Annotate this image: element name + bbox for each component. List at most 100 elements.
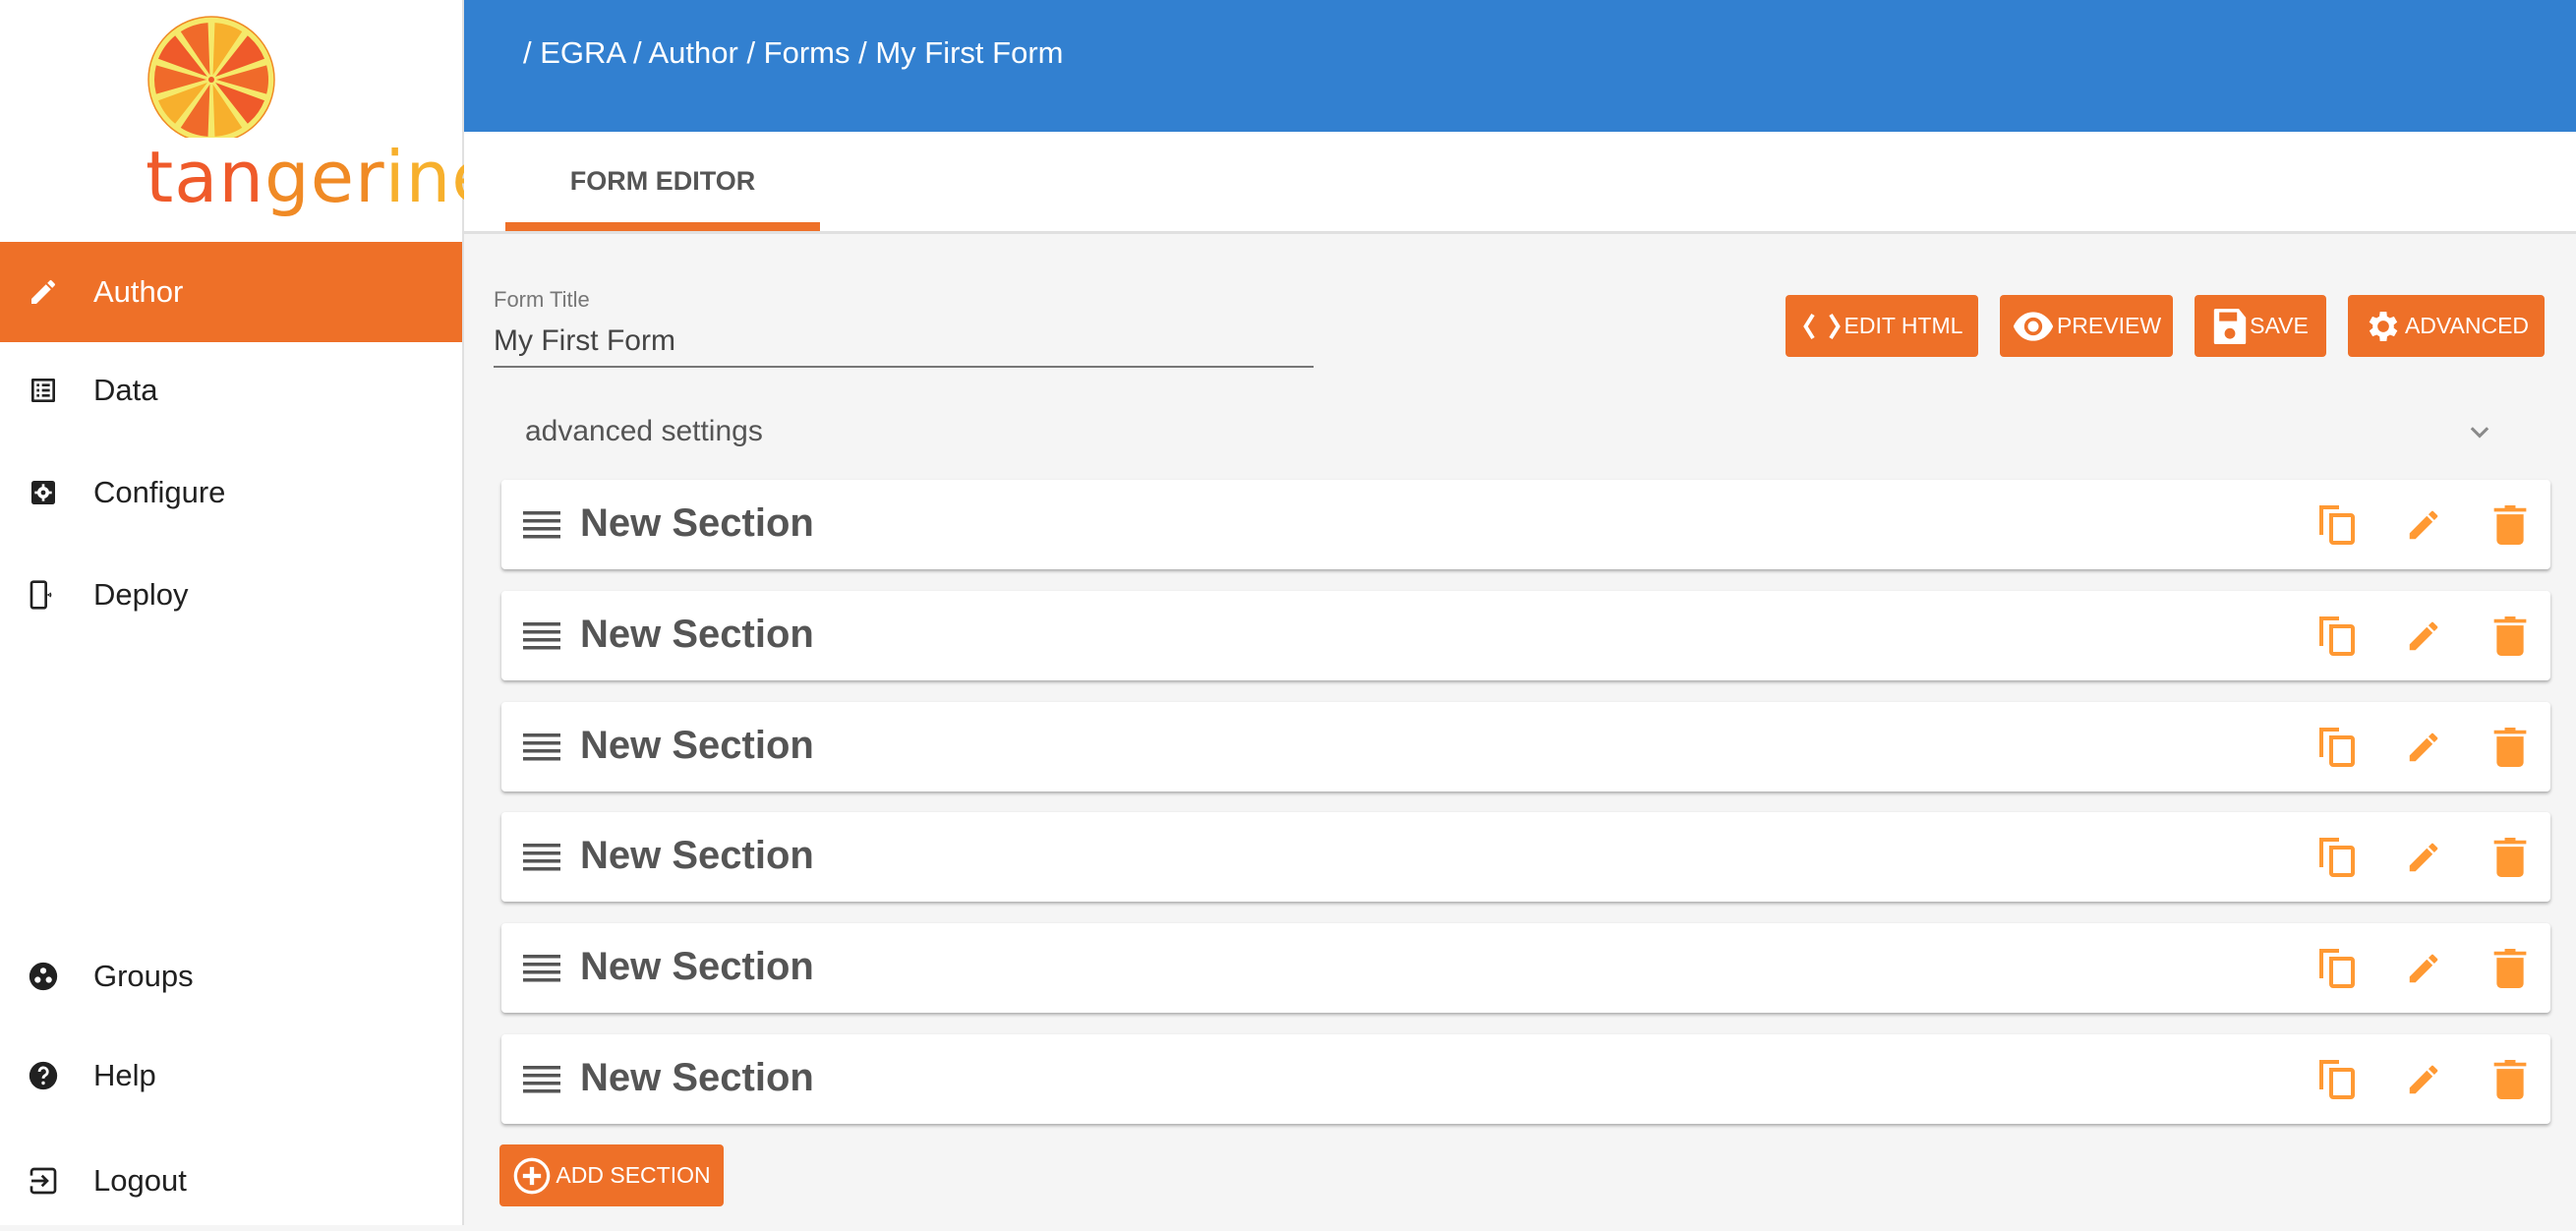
sidebar-item-label: Logout [93,1163,187,1198]
list-icon [26,373,61,408]
sidebar-item-logout[interactable]: Logout [0,1131,462,1231]
copy-section-button[interactable] [2316,1059,2358,1100]
pencil-icon [2409,1065,2438,1094]
sidebar-item-label: Author [93,274,184,309]
sidebar-item-help[interactable]: Help [0,1026,462,1126]
advanced-settings-label: advanced settings [525,415,763,447]
floppy-save-icon [2213,308,2247,344]
trash-icon [2493,838,2527,877]
sidebar-item-label: Help [93,1058,156,1092]
section-card: New Section [501,812,2550,902]
edit-section-button[interactable] [2403,1059,2444,1100]
tangerine-logo[interactable]: tangerine® [69,10,522,218]
drag-handle-icon[interactable] [523,1066,560,1093]
tab-label: FORM EDITOR [569,166,756,196]
section-title: New Section [580,501,814,545]
sidebar-item-label: Deploy [93,577,189,612]
drag-handle-icon[interactable] [523,955,560,982]
chevron-down-icon[interactable] [2466,419,2493,446]
save-button[interactable]: SAVE [2195,295,2326,357]
pencil-icon [2409,954,2438,983]
edit-html-label: EDIT HTML [1844,313,1963,338]
edit-section-button[interactable] [2403,504,2444,546]
form-title-input[interactable] [494,317,1314,368]
tab-form-editor[interactable]: FORM EDITOR [505,132,820,231]
gear-icon [2369,311,2398,341]
copy-icon [2319,838,2355,877]
sidebar-item-label: Configure [93,475,226,509]
drag-handle-icon[interactable] [523,511,560,539]
preview-button[interactable]: PREVIEW [2000,295,2173,357]
pencil-icon [2409,510,2438,540]
code-icon [1802,313,1841,339]
add-circle-icon [514,1157,551,1194]
copy-icon [2319,505,2355,545]
delete-section-button[interactable] [2489,837,2531,878]
sidebar-item-groups[interactable]: Groups [0,926,462,1026]
logout-icon [26,1163,61,1199]
delete-section-button[interactable] [2489,616,2531,657]
trash-icon [2493,505,2527,545]
copy-section-button[interactable] [2316,616,2358,657]
active-tab-indicator [505,222,820,231]
advanced-button[interactable]: ADVANCED [2348,295,2545,357]
edit-section-button[interactable] [2403,837,2444,878]
copy-icon [2319,1060,2355,1099]
section-title: New Section [580,945,814,988]
section-card: New Section [501,591,2550,680]
edit-section-button[interactable] [2403,727,2444,768]
drag-handle-icon[interactable] [523,622,560,650]
edit-html-button[interactable]: EDIT HTML [1786,295,1978,357]
delete-section-button[interactable] [2489,948,2531,989]
groups-icon [26,959,61,994]
copy-section-button[interactable] [2316,837,2358,878]
tab-bar: FORM EDITOR [464,132,2576,234]
pencil-icon [2409,843,2438,872]
sidebar-item-data[interactable]: Data [0,340,462,440]
sidebar-item-author[interactable]: Author [0,242,462,342]
pencil-icon [26,274,61,310]
breadcrumb[interactable]: / EGRA / Author / Forms / My First Form [523,35,1063,71]
copy-section-button[interactable] [2316,948,2358,989]
save-label: SAVE [2250,313,2309,338]
copy-icon [2319,949,2355,988]
trash-icon [2493,728,2527,767]
drag-handle-icon[interactable] [523,733,560,761]
copy-icon [2319,728,2355,767]
copy-section-button[interactable] [2316,727,2358,768]
trash-icon [2493,949,2527,988]
advanced-label: ADVANCED [2404,313,2530,338]
section-title: New Section [580,1056,814,1099]
sidebar-item-deploy[interactable]: Deploy [0,545,462,645]
drag-handle-icon[interactable] [523,844,560,871]
advanced-settings-expander[interactable]: advanced settings [499,403,2550,462]
sidebar-item-configure[interactable]: Configure [0,442,462,543]
delete-section-button[interactable] [2489,1059,2531,1100]
delete-section-button[interactable] [2489,504,2531,546]
eye-icon [2013,311,2054,341]
pencil-icon [2409,733,2438,762]
section-title: New Section [580,613,814,656]
edit-section-button[interactable] [2403,948,2444,989]
form-title-label: Form Title [494,287,590,312]
sidebar: tangerine® Author Data Configure Deploy … [0,0,522,1225]
section-title: New Section [580,724,814,767]
copy-icon [2319,616,2355,656]
preview-label: PREVIEW [2056,313,2162,338]
top-app-bar: / EGRA / Author / Forms / My First Form [464,0,2576,132]
tangerine-fruit-icon [147,16,275,144]
section-card: New Section [501,923,2550,1013]
phone-broadcast-icon [26,577,61,613]
section-card: New Section [501,702,2550,791]
copy-section-button[interactable] [2316,504,2358,546]
delete-section-button[interactable] [2489,727,2531,768]
add-section-button[interactable]: ADD SECTION [499,1144,724,1206]
help-circle-icon [26,1058,61,1093]
section-title: New Section [580,834,814,877]
section-card: New Section [501,480,2550,569]
edit-section-button[interactable] [2403,616,2444,657]
pencil-icon [2409,621,2438,651]
trash-icon [2493,1060,2527,1099]
add-section-label: ADD SECTION [556,1162,711,1188]
settings-box-icon [26,475,61,510]
